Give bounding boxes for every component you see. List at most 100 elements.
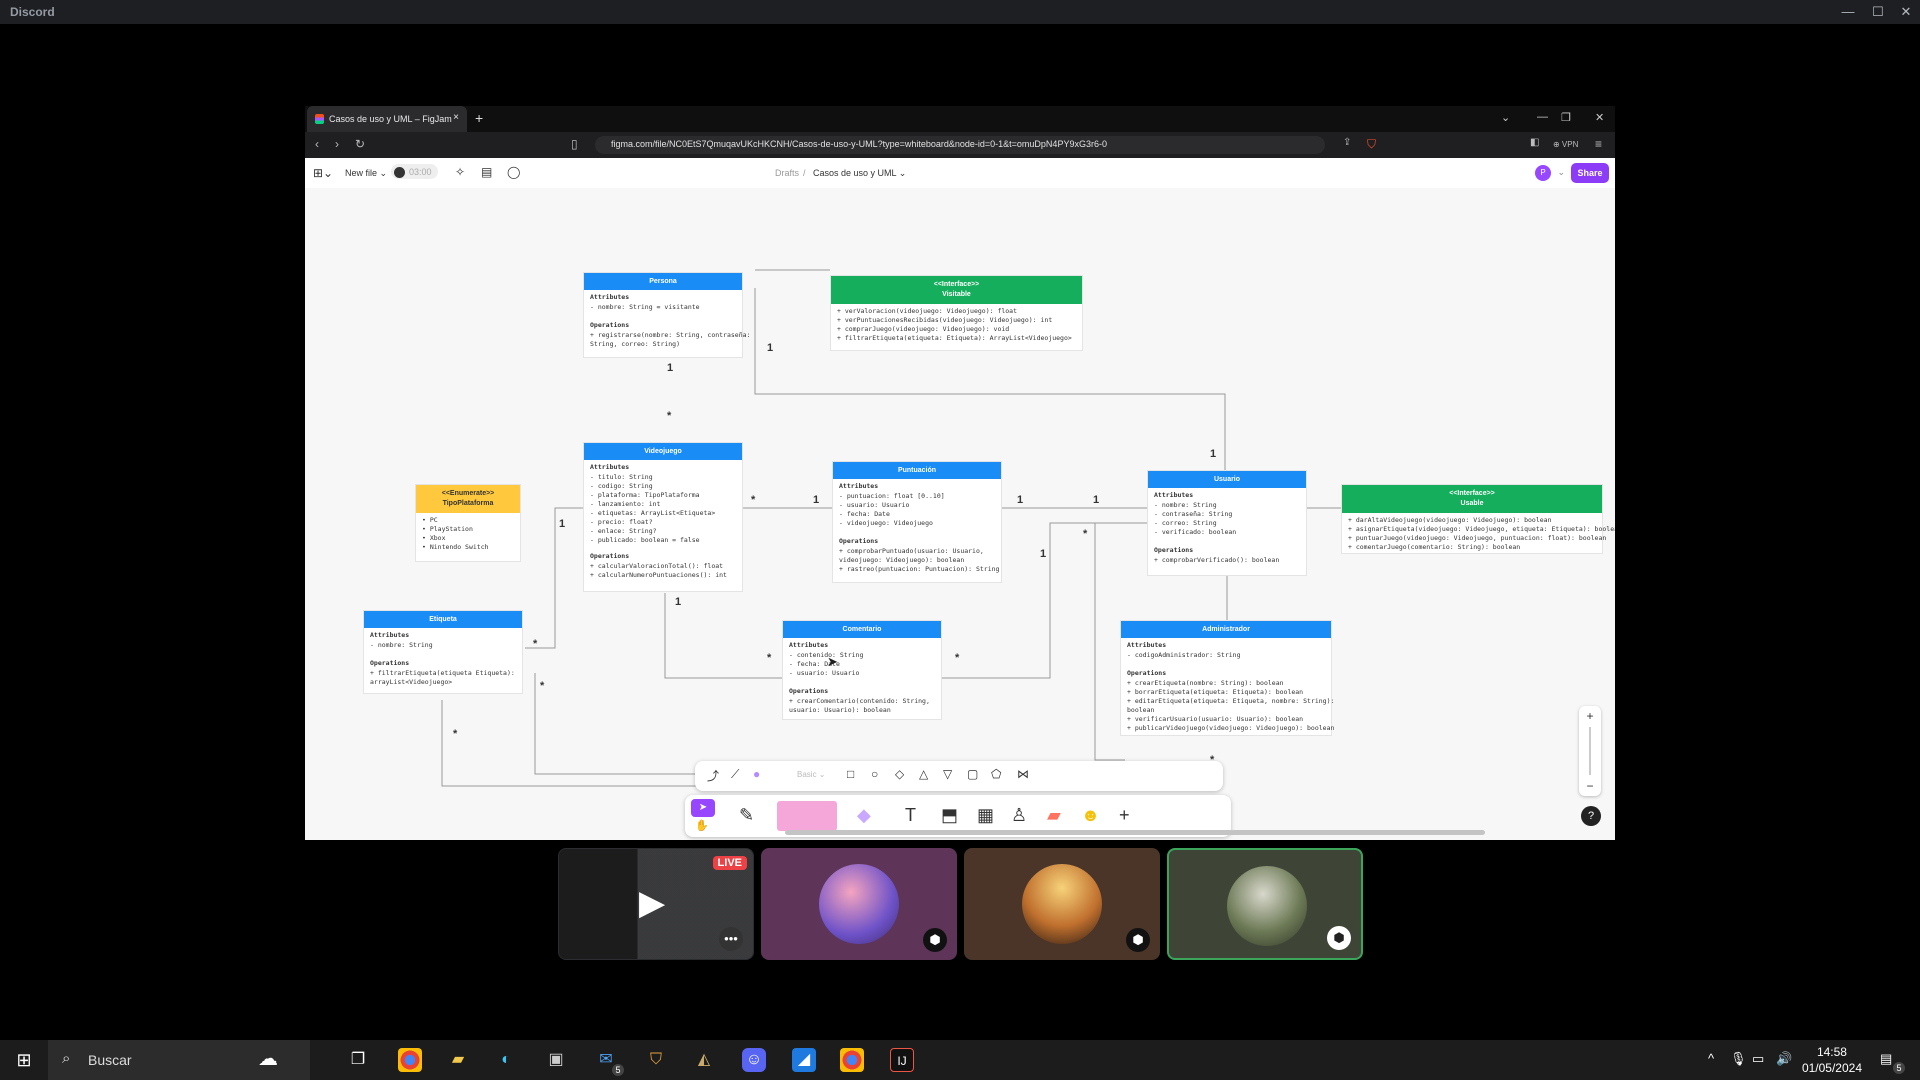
new-tab-button[interactable]: + [475, 110, 483, 126]
horizontal-scrollbar[interactable] [785, 830, 1485, 835]
class-videojuego[interactable]: Videojuego Attributes - titulo: String -… [583, 442, 743, 592]
emoji-tool-icon[interactable]: ☻ [1081, 805, 1100, 826]
minimize-button[interactable]: — [1834, 2, 1862, 22]
browser-restore-icon[interactable]: ❐ [1561, 111, 1571, 124]
brave-icon[interactable]: ⛉ [644, 1048, 668, 1072]
help-button[interactable]: ? [1581, 806, 1601, 826]
square-shape-icon[interactable]: □ [847, 767, 854, 781]
circle-shape-icon[interactable]: ○ [871, 767, 878, 781]
section-tool-icon[interactable]: ⬒ [941, 805, 958, 826]
comentario-attr: - usuario: Usuario [789, 669, 860, 677]
pen-tool-icon[interactable]: ✎ [739, 805, 754, 826]
screen-share-stream[interactable]: Casos de uso y UML – FigJam × + ⌄ — ❐ ✕ … [305, 106, 1615, 840]
class-comentario[interactable]: Comentario Attributes - contenido: Strin… [782, 620, 942, 720]
brave-shield-icon[interactable]: ⛉ [1367, 137, 1376, 152]
class-administrador[interactable]: Administrador Attributes - codigoAdminis… [1120, 620, 1334, 736]
back-icon[interactable]: ‹ [315, 137, 319, 151]
intellij-icon[interactable]: IJ [890, 1048, 914, 1072]
vpn-button[interactable]: ⊕ VPN [1553, 140, 1578, 149]
inverted-triangle-icon[interactable]: ▽ [943, 767, 952, 781]
interface-visitable[interactable]: <<Interface>> Visitable + verValoracion(… [830, 275, 1083, 351]
select-tool-icon[interactable]: ➤ [691, 799, 715, 817]
class-usuario[interactable]: Usuario Attributes - nombre: String - co… [1147, 470, 1307, 576]
file-explorer-icon[interactable]: ▰ [446, 1048, 470, 1072]
add-more-icon[interactable]: + [1119, 805, 1130, 826]
discord-icon[interactable]: ☺ [742, 1048, 766, 1072]
class-persona[interactable]: Persona Attributes - nombre: String = vi… [583, 272, 750, 358]
browser-tab[interactable]: Casos de uso y UML – FigJam × [307, 106, 467, 132]
zoom-slider[interactable] [1589, 727, 1591, 775]
more-options-button[interactable]: ••• [719, 927, 743, 951]
tab-close-icon[interactable]: × [453, 112, 459, 123]
triangle-shape-icon[interactable]: △ [919, 767, 928, 781]
browser-minimize-icon[interactable]: — [1537, 111, 1548, 123]
enum-tipoplataforma[interactable]: <<Enumerate>> TipoPlataforma • PC • Play… [415, 484, 521, 562]
chrome-profile-icon[interactable] [840, 1048, 864, 1072]
whiteboard-canvas[interactable]: Persona Attributes - nombre: String = vi… [305, 188, 1615, 840]
weather-widget-icon[interactable]: ☁ [258, 1046, 278, 1071]
forward-icon[interactable]: › [335, 137, 339, 151]
league-client-icon[interactable]: ◭ [692, 1048, 716, 1072]
edge-icon[interactable]: ◐ [494, 1048, 518, 1072]
class-etiqueta[interactable]: Etiqueta Attributes - nombre: String Ope… [363, 610, 523, 694]
network-icon[interactable]: ▭ [1752, 1051, 1764, 1067]
more-shapes-icon[interactable]: ⋈ [1017, 767, 1029, 781]
new-file-button[interactable]: New file ⌄ [345, 168, 387, 179]
color-picker-icon[interactable]: ● [753, 767, 760, 781]
class-puntuacion[interactable]: Puntuación Attributes - puntuacion: floa… [832, 461, 1002, 583]
zoom-out-button[interactable]: − [1579, 779, 1601, 793]
tab-search-icon[interactable]: ⌄ [1501, 111, 1510, 124]
participant-tile-2[interactable]: ⬢ [964, 848, 1160, 960]
visitable-op: + verValoracion(videojuego: Videojuego):… [837, 307, 1018, 315]
tag-shape-icon[interactable]: ⬠ [991, 767, 1001, 781]
participant-tile-1[interactable]: ⬢ [761, 848, 957, 960]
windows-start-icon[interactable]: ⊞ [12, 1048, 36, 1072]
elbow-connector-icon[interactable]: ⤴ [707, 767, 719, 784]
participant-tile-screenshare[interactable]: ▶ LIVE ••• [558, 848, 754, 960]
table-tool-icon[interactable]: ▦ [977, 805, 994, 826]
clock[interactable]: 14:58 01/05/2024 [1802, 1044, 1862, 1076]
bookmark-icon[interactable]: ▯ [571, 137, 578, 151]
straight-connector-icon[interactable]: ⟋ [731, 767, 739, 782]
sticky-note-icon[interactable] [777, 801, 837, 831]
comment-icon[interactable]: ◯ [507, 165, 520, 179]
chrome-icon[interactable] [398, 1048, 422, 1072]
notifications-icon[interactable]: ▤ [1880, 1051, 1892, 1067]
sidebar-icon[interactable]: ◧ [1530, 137, 1539, 148]
task-view-icon[interactable]: ❐ [346, 1048, 370, 1072]
url-field[interactable]: figma.com/file/NC0EtS7QmuqavUKcHKCNH/Cas… [595, 136, 1325, 154]
breadcrumb-drafts[interactable]: Drafts [775, 168, 799, 178]
ai-sparkle-icon[interactable]: ✧ [455, 165, 465, 179]
avatar-dropdown-icon[interactable]: ⌄ [1557, 167, 1565, 178]
participant-tile-3-speaking[interactable]: ⬢ [1167, 848, 1363, 960]
layout-icon[interactable]: ▤ [481, 165, 492, 179]
reload-icon[interactable]: ↻ [355, 137, 365, 151]
share-button[interactable]: Share [1571, 163, 1609, 183]
stamp-tool-icon[interactable]: ♙ [1011, 805, 1027, 826]
text-tool-icon[interactable]: T [905, 805, 916, 826]
figma-menu-icon[interactable]: ⊞⌄ [313, 166, 333, 180]
widgets-icon[interactable]: ▰ [1047, 805, 1061, 826]
maximize-button[interactable]: ☐ [1864, 2, 1892, 22]
photos-icon[interactable]: ◢ [792, 1048, 816, 1072]
hand-tool-icon[interactable]: ✋ [695, 819, 709, 832]
interface-usable[interactable]: <<Interface>> Usable + darAltaVideojuego… [1341, 484, 1615, 554]
file-name[interactable]: Casos de uso y UML ⌄ [813, 168, 906, 179]
volume-icon[interactable]: 🔊 [1776, 1051, 1792, 1067]
taskbar-search[interactable]: ⌕ Buscar ☁ [48, 1040, 310, 1080]
user-avatar[interactable]: P [1535, 165, 1551, 181]
rounded-rect-icon[interactable]: ▢ [967, 767, 978, 781]
browser-close-icon[interactable]: ✕ [1595, 111, 1604, 124]
store-icon[interactable]: ▣ [544, 1048, 568, 1072]
shape-tool-icon[interactable]: ◆ [857, 805, 871, 826]
zoom-in-button[interactable]: + [1579, 709, 1601, 723]
microphone-icon[interactable]: 🎙 [1730, 1051, 1747, 1067]
close-button[interactable]: ✕ [1892, 2, 1920, 22]
tipoplataforma-item: • Nintendo Switch [422, 543, 489, 551]
text-style-dropdown[interactable]: Basic ⌄ [797, 770, 826, 779]
diamond-shape-icon[interactable]: ◇ [895, 767, 904, 781]
tray-chevron-icon[interactable]: ^ [1708, 1051, 1714, 1066]
timer-widget[interactable]: 03:00 [391, 164, 438, 179]
menu-icon[interactable]: ≡ [1595, 137, 1602, 151]
share-page-icon[interactable]: ⇪ [1343, 137, 1351, 148]
